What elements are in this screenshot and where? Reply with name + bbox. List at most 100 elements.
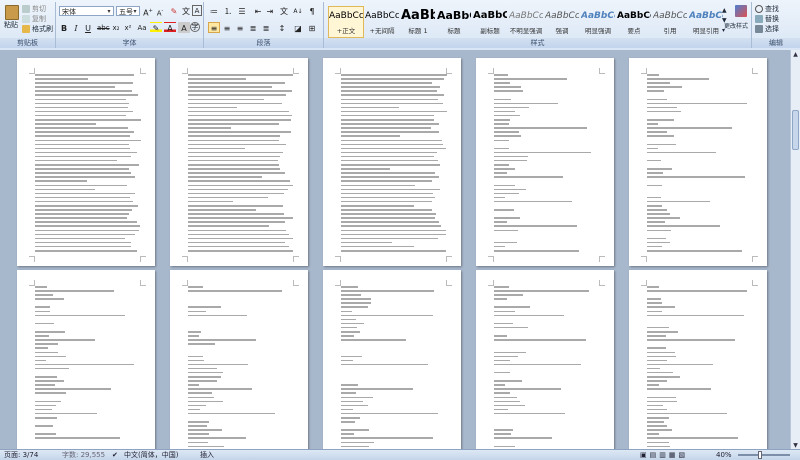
align-left-button[interactable]: ≡ <box>208 22 220 33</box>
document-page[interactable] <box>323 58 461 266</box>
document-page[interactable] <box>476 270 614 450</box>
language-indicator[interactable]: 中文(简体，中国) <box>124 450 178 460</box>
word-count[interactable]: 字数: 29,555 <box>62 450 105 460</box>
underline-button[interactable]: U <box>82 22 94 33</box>
font-size-combo[interactable]: 五号 ▾ <box>116 6 140 16</box>
copy-button[interactable]: 复制 <box>22 14 46 24</box>
style-name: 明显引用 <box>693 27 719 35</box>
style-item[interactable]: AaBbCcDd +正文 <box>328 6 364 38</box>
scroll-up-arrow[interactable]: ▲ <box>791 50 800 59</box>
replace-button[interactable]: 替换 <box>755 14 779 24</box>
line-spacing-button[interactable]: ↕ <box>276 22 288 33</box>
document-page[interactable] <box>629 270 767 450</box>
text-line <box>647 355 676 358</box>
style-item[interactable]: AaBbCcD 明显强调 <box>580 6 616 38</box>
style-item[interactable]: AaBbCcDd 引用 <box>652 6 688 38</box>
text-line <box>647 388 712 390</box>
distributed-button[interactable]: ≣ <box>260 22 272 33</box>
font-color-button[interactable]: A <box>164 22 176 33</box>
phonetic-button[interactable]: 文 <box>180 5 192 16</box>
text-line <box>494 98 511 101</box>
sort-button[interactable]: A↓ <box>292 5 304 16</box>
style-item[interactable]: AaBb 标题 1 <box>400 6 436 38</box>
text-line <box>35 384 55 386</box>
zoom-thumb[interactable] <box>758 451 762 459</box>
style-item[interactable]: AaBbC 副标题 <box>472 6 508 38</box>
paste-button[interactable]: 粘贴 <box>3 5 19 29</box>
document-page[interactable] <box>17 270 155 450</box>
style-item[interactable]: AaBbCcD 不明显强调 <box>508 6 544 38</box>
style-item[interactable]: AaBbCcDd 明显引用 <box>688 6 724 38</box>
style-item[interactable]: AaBbCcD 要点 <box>616 6 652 38</box>
show-marks-button[interactable]: ¶ <box>306 5 318 16</box>
text-line <box>494 106 530 109</box>
text-line <box>341 98 439 101</box>
shrink-font-button[interactable]: A- <box>154 5 166 17</box>
text-line <box>494 245 505 248</box>
document-area[interactable] <box>0 50 791 450</box>
document-page[interactable] <box>17 58 155 266</box>
text-line <box>188 359 204 362</box>
italic-button[interactable]: I <box>70 22 82 33</box>
strikethrough-button[interactable]: abc <box>96 22 110 33</box>
cut-button[interactable]: 剪切 <box>22 4 46 14</box>
clear-format-button[interactable]: ✎ <box>168 5 180 16</box>
zoom-level[interactable]: 40% <box>716 450 732 460</box>
page-indicator[interactable]: 页面: 3/74 <box>4 450 38 460</box>
text-line <box>188 339 256 341</box>
insert-mode[interactable]: 插入 <box>200 450 214 460</box>
borders-button[interactable]: ⊞ <box>306 22 318 33</box>
text-line <box>494 351 526 353</box>
char-shading-button[interactable]: A <box>178 22 190 33</box>
select-button[interactable]: 选择 <box>755 24 779 34</box>
superscript-button[interactable]: x² <box>122 22 134 33</box>
align-center-button[interactable]: ≡ <box>221 22 233 33</box>
document-page[interactable] <box>170 270 308 450</box>
bullets-button[interactable]: ≔ <box>208 5 220 16</box>
text-line <box>494 429 514 431</box>
view-buttons[interactable]: ▣▤▥▦▧ <box>640 450 688 460</box>
multilevel-list-button[interactable]: ☰ <box>236 5 248 16</box>
font-group: 宋体 ▾ 五号 ▾ A+ A- ✎ 文 A B I U abc x₂ x² Aa… <box>56 2 204 48</box>
numbering-button[interactable]: ⒈ <box>222 5 234 16</box>
text-line <box>647 250 742 252</box>
text-line <box>35 404 56 407</box>
document-page[interactable] <box>323 270 461 450</box>
document-page[interactable] <box>170 58 308 266</box>
highlight-button[interactable]: ✎ <box>150 22 162 33</box>
change-styles-button[interactable] <box>730 5 752 18</box>
text-line <box>341 441 375 444</box>
zoom-slider[interactable] <box>738 454 790 456</box>
chinese-layout-button[interactable]: 文 <box>278 5 290 16</box>
style-item[interactable]: AaBbCcDd +无间隔 <box>364 6 400 38</box>
document-page[interactable] <box>476 58 614 266</box>
text-line <box>341 290 434 292</box>
bold-button[interactable]: B <box>58 22 70 33</box>
style-item[interactable]: AaBbC 标题 <box>436 6 472 38</box>
change-case-button[interactable]: Aa <box>136 22 148 33</box>
copy-label: 复制 <box>32 15 46 23</box>
spelling-icon[interactable]: ✔ <box>112 450 118 460</box>
text-line <box>35 339 95 341</box>
grow-font-button[interactable]: A+ <box>142 5 154 18</box>
find-button[interactable]: 查找 <box>755 4 779 14</box>
format-painter-button[interactable]: 格式刷 <box>22 24 53 34</box>
text-line <box>494 388 561 390</box>
gallery-scroll-up[interactable]: ▲ <box>722 6 727 16</box>
font-name-combo[interactable]: 宋体 ▾ <box>59 6 114 16</box>
justify-button[interactable]: ≣ <box>247 22 259 33</box>
format-painter-icon <box>22 25 30 33</box>
document-page[interactable] <box>629 58 767 266</box>
vertical-scrollbar[interactable]: ▲ ▼ <box>790 50 800 450</box>
style-item[interactable]: AaBbCcD 强调 <box>544 6 580 38</box>
text-line <box>35 135 130 137</box>
enclose-char-button[interactable]: 字 <box>190 22 200 32</box>
text-line <box>494 184 515 187</box>
scroll-thumb[interactable] <box>792 110 799 150</box>
increase-indent-button[interactable]: ⇥ <box>264 5 276 16</box>
align-right-button[interactable]: ≡ <box>234 22 246 33</box>
decrease-indent-button[interactable]: ⇤ <box>252 5 264 16</box>
border-char-button[interactable]: A <box>192 5 202 16</box>
shading-button[interactable]: ◪ <box>292 22 304 33</box>
subscript-button[interactable]: x₂ <box>110 22 122 33</box>
